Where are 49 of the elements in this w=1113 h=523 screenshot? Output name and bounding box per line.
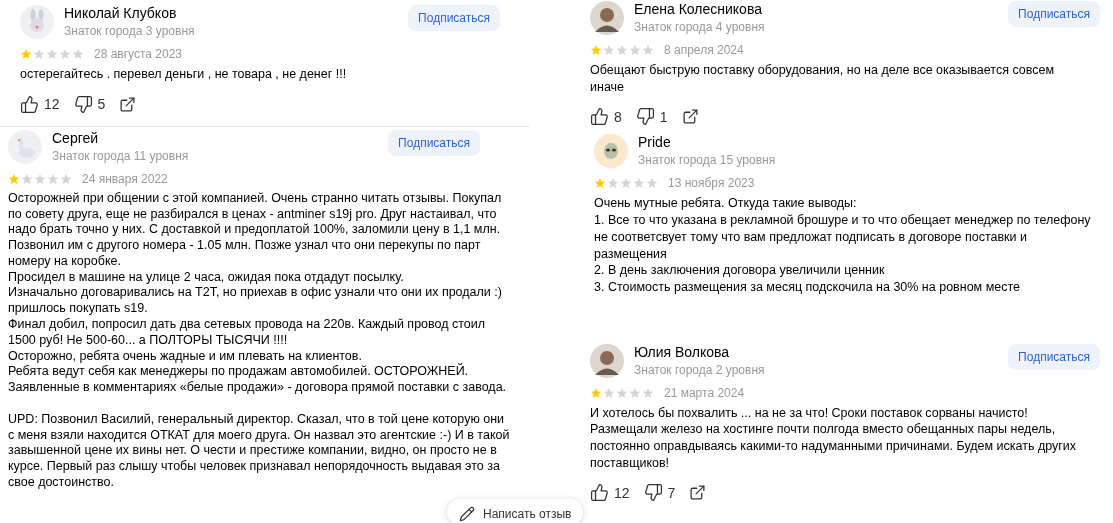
reviewer-name[interactable]: Сергей — [52, 129, 379, 147]
subscribe-button[interactable]: Подписаться — [1008, 343, 1100, 370]
thumbs-down-icon — [643, 483, 663, 503]
review-date: 13 ноября 2023 — [668, 176, 755, 191]
dislike-button[interactable]: 1 — [635, 107, 668, 127]
reviewer-level: Знаток города 4 уровня — [634, 20, 766, 35]
review-date: 24 января 2022 — [82, 171, 168, 186]
dislike-button[interactable]: 5 — [73, 94, 106, 114]
review-text: остерегайтесь . перевел деньги , не товара , не денег !!! — [20, 66, 347, 83]
person-avatar-icon — [590, 1, 624, 35]
thumbs-up-icon — [590, 483, 609, 503]
reviewer-name[interactable]: Pride — [638, 134, 1100, 152]
like-button[interactable]: 12 — [590, 483, 630, 503]
dislike-button[interactable]: 7 — [643, 483, 676, 503]
like-button[interactable]: 12 — [20, 94, 60, 114]
reviewer-name[interactable]: Николай Клубков — [64, 5, 399, 22]
review-text: Обещают быструю поставку оборудования, но на деле все оказывается совсем иначе — [590, 62, 1055, 96]
share-button[interactable] — [689, 484, 707, 502]
person-avatar-icon — [590, 343, 624, 378]
reviewer-level: Знаток города 15 уровня — [638, 153, 777, 169]
review-text: Очень мутные ребята. Откуда такие выводы: 1. Все то что указана в рекламной брошуре и то что обещает менеджер по телефону не соответсвует тому что вам предложат подписать в договоре поставки и размещения 2. В день заключения договора увеличили ценник 3. Стоимость размещения за месяц подскочила на 30% на ровном месте — [594, 195, 1091, 296]
thumbs-up-icon — [20, 94, 39, 114]
reviewer-level: Знаток города 3 уровня — [64, 24, 196, 39]
write-review-button[interactable]: Написать отзыв — [447, 499, 584, 523]
alien-avatar-icon — [594, 134, 628, 169]
share-button[interactable] — [119, 95, 137, 113]
subscribe-button[interactable]: Подписаться — [388, 129, 480, 156]
like-button[interactable]: 8 — [590, 107, 622, 127]
reviewer-name[interactable]: Юлия Волкова — [634, 343, 999, 361]
reviewer-level: Знаток города 11 уровня — [52, 148, 190, 164]
review-date: 8 апреля 2024 — [664, 43, 744, 57]
reviewer-level: Знаток города 2 уровня — [634, 362, 766, 378]
thumbs-down-icon — [73, 94, 93, 114]
subscribe-button[interactable]: Подписаться — [408, 5, 500, 31]
review-date: 21 марта 2024 — [664, 385, 745, 400]
review-text: Осторожней при общении с этой компанией. Очень странно читать отзывы. Покупал по совету друга, еще не разбирался в ценах - antminer s19j pro. Друг настаивал, что надо брать точно у них. С доставкой и предоплатой 100%, заломили цену в 1,1 млн. Позвонил им с другого номера - 1.05 млн. Позже узнал что они перекупы по парт номеру на коробке. Просидел в машине на улице 2 часа, ожидая пока отдадут посылку. Изначально договаривались на T2T, но приехав в офис узнали что они их продали :) пришлось покупать s19. Финал добил, попросил дать два сетевых провода на 220в. Каждый провод стоил 1500 руб! Не 500-60... а ПОЛТОРЫ ТЫСЯЧИ !!!! Осторожно, ребята очень жадные и им плевать на клиентов. Ребята ведут себя как менеджеры по продажам автомобилей. ОСТОРОЖНЕЙ. Заявленные в комментариях «белые продажи» - договора прямой поставки с завода. UPD: Позвонил Василий, генеральный директор. Сказал, что в той цене которую они с меня взяли находится ОТКАТ для моего друга. Он назвал это агентские :-) И в такой завышенной цене их вины нет. О чести и престиже компании, видно, он просто не в курсе. Первый раз слышу чтобы человек признавал непорядочность выдавая это за свое достоинство. — [8, 190, 510, 491]
share-icon — [689, 484, 707, 502]
pencil-icon — [459, 505, 475, 522]
review-date: 28 августа 2023 — [94, 47, 183, 61]
share-icon — [681, 108, 699, 126]
goose-avatar-icon — [8, 129, 42, 164]
review-text: И хотелось бы похвалить ... на не за что! Сроки поставок сорваны начисто! Размещали железо на хостинге почти полгода вместо обещанных пары недель, постоянно оправдываясь какими-то надуманными причинами. Будем искать других поставщиков! — [590, 404, 1077, 472]
share-icon — [119, 95, 137, 113]
bunny-avatar-icon — [20, 5, 54, 39]
thumbs-down-icon — [635, 107, 655, 127]
thumbs-up-icon — [590, 107, 609, 127]
subscribe-button[interactable]: Подписаться — [1008, 1, 1100, 27]
reviewer-name[interactable]: Елена Колесникова — [634, 1, 999, 18]
share-button[interactable] — [681, 108, 699, 126]
